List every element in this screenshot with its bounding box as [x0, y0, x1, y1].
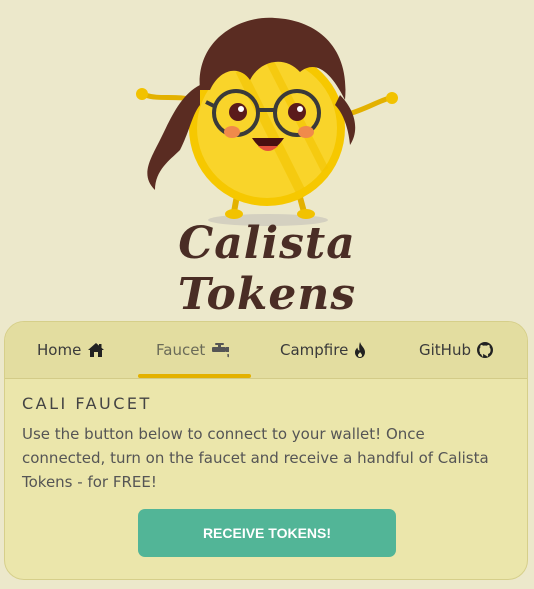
tab-github[interactable]: GitHub: [419, 322, 493, 378]
home-icon: [87, 342, 105, 358]
tab-faucet-label: Faucet: [156, 341, 206, 359]
tab-campfire-label: Campfire: [280, 341, 349, 359]
tab-github-label: GitHub: [419, 341, 471, 359]
fire-icon: [354, 342, 366, 358]
brand-logo-text: Calista Tokens: [177, 218, 357, 320]
tab-campfire[interactable]: Campfire: [280, 322, 366, 378]
faucet-card: Home Faucet Campfire GitHub CALI FAUCET …: [4, 321, 528, 580]
github-icon: [476, 342, 493, 358]
tab-faucet[interactable]: Faucet: [156, 322, 231, 378]
nav-tabs: Home Faucet Campfire GitHub: [5, 322, 527, 379]
faucet-icon: [211, 342, 231, 358]
active-tab-indicator: [138, 374, 251, 378]
tab-home-label: Home: [37, 341, 82, 359]
faucet-title: CALI FAUCET: [22, 394, 152, 413]
tab-home[interactable]: Home: [37, 322, 105, 378]
calista-logo: Calista Tokens: [100, 0, 434, 320]
faucet-description: Use the button below to connect to your …: [22, 425, 489, 491]
receive-tokens-button[interactable]: RECEIVE TOKENS!: [138, 509, 396, 557]
